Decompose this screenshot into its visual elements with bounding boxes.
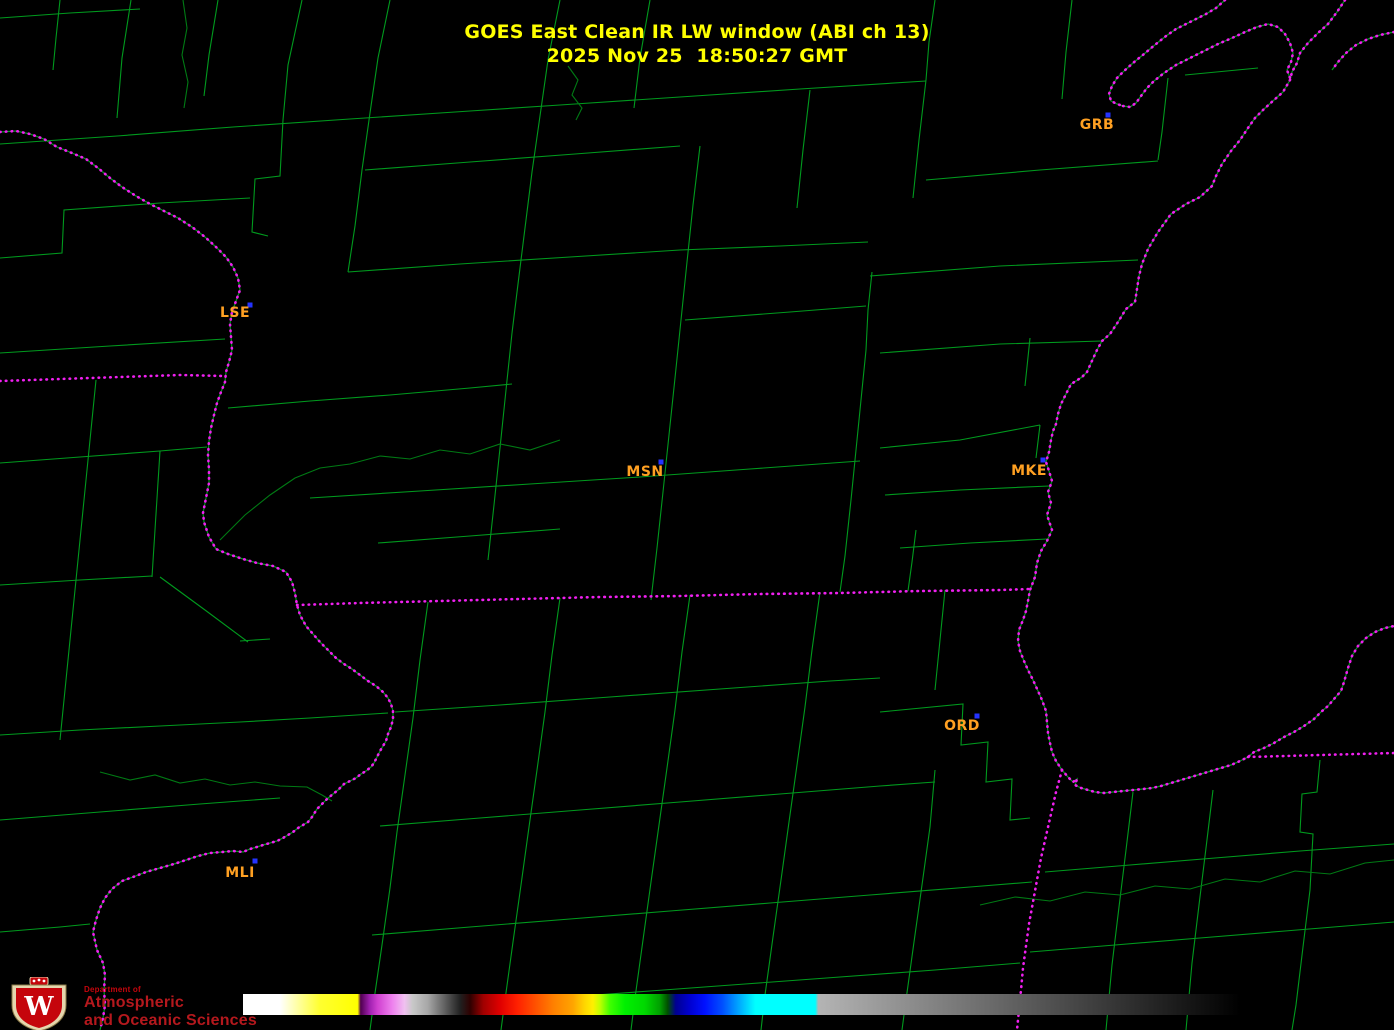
county-boundary-line bbox=[251, 0, 303, 237]
door-peninsula-shore bbox=[1121, 22, 1295, 109]
county-boundary-line bbox=[364, 145, 681, 171]
county-boundary-line bbox=[1044, 843, 1394, 873]
lake-michigan-shore bbox=[1016, 0, 1394, 795]
uw-aos-logo: W Department of Atmospheric and Oceanic … bbox=[8, 977, 257, 1030]
svg-text:W: W bbox=[23, 992, 54, 1022]
logo-dept-label: Department of bbox=[84, 985, 141, 994]
mississippi-river-border-coast bbox=[0, 130, 394, 1030]
county-boundary-line bbox=[934, 589, 946, 691]
station-label-MKE: MKE bbox=[1011, 463, 1047, 479]
station-label-MLI: MLI bbox=[225, 865, 255, 881]
county-boundary-line bbox=[159, 576, 249, 643]
station-label-GRB: GRB bbox=[1079, 117, 1115, 133]
county-boundary-line bbox=[684, 305, 867, 321]
county-boundary-line bbox=[650, 377, 676, 601]
county-boundary-line bbox=[0, 797, 281, 821]
image-title-line2: 2025 Nov 25 18:50:27 GMT bbox=[546, 45, 848, 67]
county-boundary-line bbox=[796, 89, 811, 209]
ir-temperature-colorbar bbox=[243, 994, 1240, 1015]
river-line bbox=[219, 439, 561, 541]
county-boundary-line bbox=[0, 8, 141, 19]
county-boundary-line bbox=[0, 923, 91, 933]
north-shore-hook bbox=[1330, 30, 1394, 72]
county-boundary-line bbox=[850, 349, 867, 501]
station-label-ORD: ORD bbox=[944, 718, 980, 734]
county-boundary-line bbox=[1157, 77, 1169, 161]
lake-michigan-shore-coast bbox=[1017, 0, 1394, 794]
county-boundary-line bbox=[879, 340, 1103, 354]
county-boundary-line bbox=[371, 881, 1033, 936]
county-boundary-line bbox=[1061, 0, 1073, 100]
river-line bbox=[567, 65, 583, 121]
river-line bbox=[979, 859, 1394, 906]
county-boundary-line bbox=[1291, 759, 1321, 1030]
in-mi-border bbox=[1246, 751, 1394, 759]
county-boundary-line bbox=[116, 0, 132, 119]
county-boundary-line bbox=[865, 271, 873, 351]
satellite-map-viewer: GOES East Clean IR LW window (ABI ch 13)… bbox=[0, 0, 1394, 1030]
image-title-line1: GOES East Clean IR LW window (ABI ch 13) bbox=[464, 21, 930, 43]
county-boundary-line bbox=[1029, 921, 1394, 953]
county-boundary-line bbox=[347, 0, 391, 273]
door-peninsula-shore-coast bbox=[1122, 23, 1294, 108]
wi-il-border bbox=[295, 587, 1032, 607]
county-boundary-line bbox=[674, 145, 701, 379]
county-boundary-line bbox=[839, 499, 852, 593]
county-boundary-line bbox=[309, 460, 861, 499]
county-boundary-line bbox=[884, 485, 1050, 496]
county-boundary-line bbox=[925, 160, 1159, 181]
county-boundary-line bbox=[630, 594, 691, 1030]
county-boundary-line bbox=[377, 528, 561, 544]
county-boundary-line bbox=[52, 0, 61, 71]
uw-crest-icon: W bbox=[11, 977, 67, 1030]
map-canvas bbox=[0, 0, 1394, 1030]
county-boundary-line bbox=[1184, 67, 1259, 76]
county-boundary-line bbox=[379, 781, 936, 827]
county-boundary-line bbox=[0, 338, 226, 354]
north-shore-hook-coast bbox=[1331, 31, 1394, 71]
river-line bbox=[99, 771, 333, 802]
county-boundary-line bbox=[901, 769, 936, 1030]
county-boundary-line bbox=[879, 424, 1041, 449]
county-boundary-line bbox=[869, 259, 1139, 277]
county-boundary-line bbox=[151, 450, 161, 578]
county-boundary-line bbox=[0, 197, 251, 259]
county-boundary-line bbox=[899, 538, 1048, 549]
county-boundary-line bbox=[0, 712, 389, 736]
county-boundary-line bbox=[760, 591, 821, 1030]
county-boundary-line bbox=[394, 677, 881, 713]
county-boundary-line bbox=[1024, 337, 1031, 387]
logo-name-line2: and Oceanic Sciences bbox=[84, 1012, 257, 1029]
mississippi-river-border bbox=[0, 129, 395, 1030]
county-boundary-line bbox=[369, 601, 429, 1030]
station-label-MSN: MSN bbox=[626, 464, 664, 480]
station-dot-MLI bbox=[252, 858, 258, 864]
county-boundary-line bbox=[203, 0, 219, 97]
logo-text-block: Department of Atmospheric and Oceanic Sc… bbox=[84, 977, 257, 1030]
county-boundary-line bbox=[907, 529, 917, 592]
station-label-LSE: LSE bbox=[219, 305, 251, 321]
logo-name-line1: Atmospheric bbox=[84, 994, 184, 1011]
county-boundary-line bbox=[59, 379, 97, 741]
county-boundary-line bbox=[1035, 424, 1041, 459]
mn-ia-border bbox=[0, 373, 227, 383]
river-line bbox=[181, 0, 189, 109]
county-boundary-line bbox=[227, 383, 513, 409]
station-dot-MKE bbox=[1040, 457, 1046, 463]
county-boundary-line bbox=[347, 241, 869, 273]
county-boundary-line bbox=[0, 446, 208, 464]
